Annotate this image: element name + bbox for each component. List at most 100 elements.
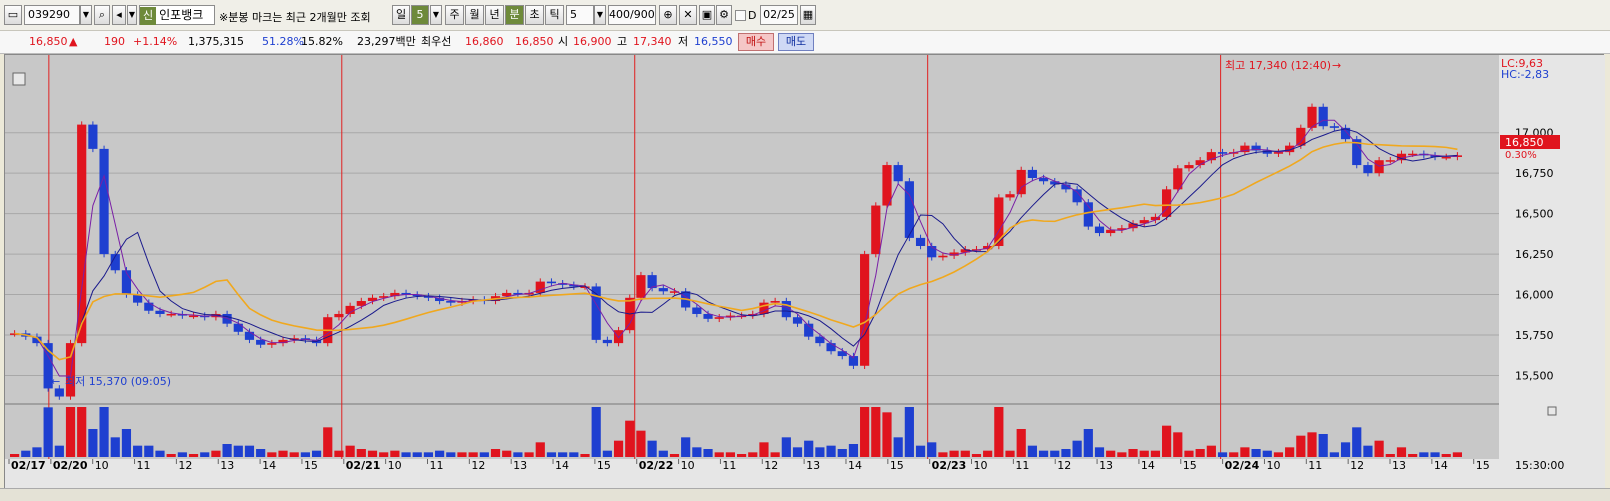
volume-bar — [110, 437, 120, 457]
volume-bar — [904, 407, 914, 457]
date-input[interactable]: 02/25 — [760, 5, 798, 25]
volume-panel-icon[interactable] — [1547, 406, 1557, 416]
x-tick-label: 12 — [1057, 459, 1071, 472]
search-icon[interactable]: ⌕ — [94, 5, 110, 25]
candle — [144, 302, 154, 311]
stock-name-field[interactable]: 신 인포뱅크 — [139, 5, 215, 25]
volume-bar — [1441, 454, 1451, 457]
scroll-bar[interactable] — [0, 488, 1610, 501]
candle — [233, 323, 243, 332]
volume-bar — [1352, 427, 1362, 457]
volume-bar — [356, 449, 366, 457]
volume-bar — [390, 450, 400, 457]
speaker-dropdown-icon[interactable]: ▼ — [127, 5, 137, 25]
interval-dropdown-icon[interactable]: ▼ — [594, 5, 606, 25]
period-dropdown-icon[interactable]: ▼ — [430, 5, 442, 25]
volume-bar — [692, 447, 702, 457]
sell-button[interactable]: 매도 — [778, 33, 814, 51]
interval-input[interactable]: 5 — [566, 5, 594, 25]
code-dropdown-icon[interactable]: ▼ — [80, 5, 92, 25]
stock-code-input[interactable]: 039290 — [24, 5, 80, 25]
x-tick-label: 10 — [974, 459, 988, 472]
volume-bar — [949, 450, 959, 457]
period-count-button[interactable]: 5 — [411, 5, 429, 25]
gear-icon[interactable]: ⚙ — [716, 5, 732, 25]
volume-bar — [871, 407, 881, 457]
volume-bar — [345, 445, 355, 457]
speaker-icon[interactable]: ◂ — [112, 5, 126, 25]
volume-bar — [725, 452, 735, 457]
volume-bar — [1430, 452, 1440, 457]
zoom-in-icon[interactable]: ⊕ — [659, 5, 677, 25]
volume-bar — [1340, 442, 1351, 457]
candle — [334, 313, 344, 318]
volume-bar — [1072, 440, 1082, 457]
calendar-icon[interactable]: ▦ — [800, 5, 816, 25]
x-tick-label: 15 — [890, 459, 904, 472]
volume-bar — [994, 407, 1004, 457]
count-input[interactable]: 400/900 — [608, 5, 656, 25]
volume-bar — [1195, 449, 1205, 457]
y-tick-label: 16,750 — [1515, 167, 1554, 180]
volume-bar — [21, 450, 31, 457]
volume-bar — [1385, 454, 1395, 457]
candle — [1016, 169, 1026, 195]
candle — [244, 331, 255, 340]
save-icon[interactable]: ▣ — [699, 5, 715, 25]
volume-bar — [423, 452, 434, 457]
candle — [1318, 106, 1328, 127]
period-day-button[interactable]: 일 — [392, 5, 410, 25]
volume-bar — [546, 452, 557, 457]
price-chart[interactable]: 17,00016,75016,50016,25016,00015,75015,5… — [5, 55, 1605, 491]
period-month-button[interactable]: 월 — [465, 5, 484, 25]
volume-bar — [815, 447, 825, 457]
volume-bar — [300, 452, 310, 457]
volume-bar — [278, 450, 288, 457]
y-tick-label: 15,750 — [1515, 329, 1554, 342]
x-tick-label: 02/22 — [639, 459, 674, 472]
period-year-button[interactable]: 년 — [485, 5, 504, 25]
volume-bar — [144, 445, 154, 457]
volume-bar — [1419, 452, 1429, 457]
open-price: 16,900 — [573, 35, 612, 48]
x-tick-label: 02/20 — [53, 459, 88, 472]
candle — [54, 388, 64, 397]
y-tick-label: 16,000 — [1515, 289, 1554, 302]
volume-bar — [77, 407, 87, 457]
volume-bar — [256, 449, 266, 457]
current-pct-tag: 0.30% — [1505, 150, 1537, 161]
volume-bar — [1139, 450, 1149, 457]
chart-menu-icon[interactable] — [12, 72, 26, 86]
period-tick-button[interactable]: 틱 — [545, 5, 564, 25]
volume-bar — [1262, 450, 1272, 457]
y-tick-label: 16,500 — [1515, 208, 1554, 221]
period-week-button[interactable]: 주 — [445, 5, 464, 25]
x-tick-label: 02/24 — [1225, 459, 1260, 472]
window-menu-icon[interactable]: ▭ — [4, 5, 22, 25]
x-tick-label: 11 — [722, 459, 736, 472]
trade-amount: 23,297백만 — [357, 35, 416, 48]
quote-bar: 16,850 ▲ 190 +1.14% 1,375,315 51.28% 15.… — [0, 31, 1610, 54]
period-second-button[interactable]: 초 — [525, 5, 544, 25]
candle — [692, 307, 702, 314]
x-tick-label: 15 — [1183, 459, 1197, 472]
volume-bar — [1229, 452, 1239, 457]
volume-bar — [1285, 447, 1295, 457]
date-checkbox[interactable] — [735, 10, 746, 21]
candle — [882, 165, 892, 206]
buy-button[interactable]: 매수 — [738, 33, 774, 51]
low-label: 저 — [678, 35, 689, 48]
volume-bar — [1273, 452, 1284, 457]
volume-bar — [133, 445, 143, 457]
period-minute-button[interactable]: 분 — [505, 5, 524, 25]
volume-bar — [602, 450, 612, 457]
candle — [714, 317, 724, 319]
max-arrow-icon: → — [1332, 59, 1341, 72]
change-arrow-icon: ▲ — [69, 35, 78, 48]
x-tick-label: 02/21 — [346, 459, 381, 472]
candle — [602, 339, 612, 344]
x-tick-label: 11 — [137, 459, 151, 472]
draw-tool-icon[interactable]: ✕ — [679, 5, 697, 25]
candle — [1184, 165, 1194, 169]
chart-panel[interactable]: 17,000 16,750 16,500 16,250 16,000 15,750 15,5… — [4, 54, 1605, 491]
